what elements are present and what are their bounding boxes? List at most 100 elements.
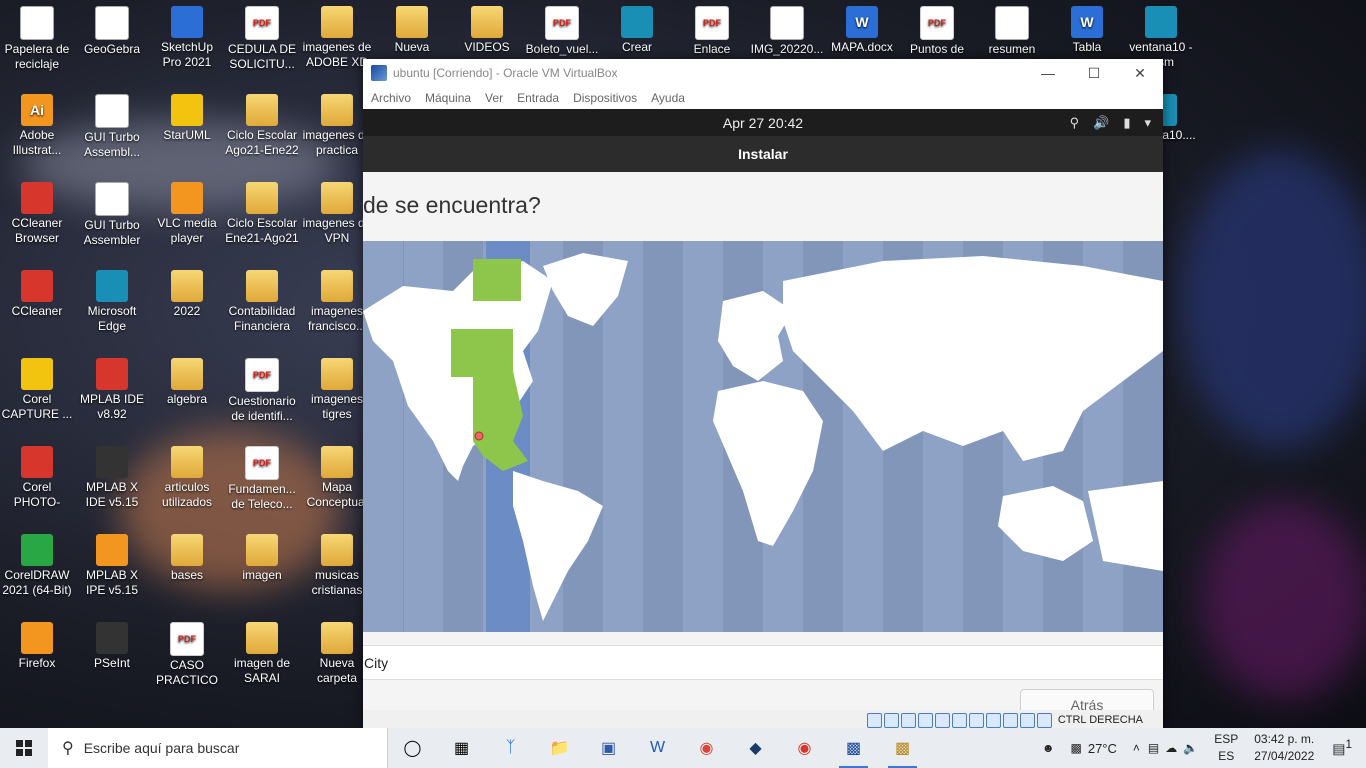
desktop-icon[interactable]: PDF CEDULA DE SOLICITU... (225, 0, 299, 72)
search-box[interactable]: ⚲ Escribe aquí para buscar (48, 728, 388, 768)
teams-icon[interactable]: ▣ (584, 728, 633, 768)
desktop-icon[interactable]: GUI Turbo Assembl... (75, 88, 149, 160)
menu-maquina[interactable]: Máquina (425, 91, 471, 105)
desktop-icon[interactable]: MPLAB IDE v8.92 (75, 352, 149, 422)
desktop-icon[interactable]: Ciclo Escolar Ago21-Ene22 (225, 88, 299, 158)
system-tray[interactable]: ⚲ 🔊 ▮ ▾ (1070, 109, 1151, 136)
desktop-icon[interactable]: Contabilidad Financiera (225, 264, 299, 334)
desktop-icon[interactable]: Corel CAPTURE ... (0, 352, 74, 422)
desktop-icon[interactable]: Firefox (0, 616, 74, 671)
shared-folder-icon[interactable] (951, 712, 967, 728)
chevron-up-icon[interactable]: ˄ (1133, 741, 1140, 755)
network-icon[interactable]: ⚲ (1070, 115, 1080, 131)
desktop-icon[interactable]: Microsoft Edge (75, 264, 149, 334)
virtualbox-taskbar-icon[interactable]: ▩ (829, 728, 878, 768)
word-icon[interactable]: W (633, 728, 682, 768)
desktop-icon[interactable]: 2022 (150, 264, 224, 319)
menu-entrada[interactable]: Entrada (517, 91, 559, 105)
desktop-icon[interactable]: IMG_20220... (750, 0, 824, 57)
people-icon[interactable]: ☻ (1042, 741, 1055, 755)
bluetooth-icon[interactable]: ᛉ (486, 728, 535, 768)
gui-turbo-taskbar-icon[interactable]: ▩ (878, 728, 927, 768)
cpu-icon[interactable] (1002, 712, 1018, 728)
system-tray-area: ☻ ▩ 27°C ˄ ▤ ☁ 🔈 ESP ES 03:42 p. m. 27/0… (1042, 728, 1366, 768)
weather-icon[interactable]: ▩ (1071, 741, 1082, 755)
desktop-icon[interactable]: MPLAB X IPE v5.15 (75, 528, 149, 598)
timezone-map[interactable] (363, 241, 1163, 632)
network-icon[interactable]: ▤ (1148, 741, 1159, 755)
desktop-icon[interactable]: articulos utilizados (150, 440, 224, 510)
desktop-icon[interactable]: Nueva (375, 0, 449, 55)
usb-icon[interactable] (934, 712, 950, 728)
gnome-clock[interactable]: Apr 27 20:42 (723, 115, 803, 131)
notification-icon[interactable]: ▤1 (1332, 738, 1352, 758)
window-titlebar[interactable]: ubuntu [Corriendo] - Oracle VM VirtualBo… (363, 59, 1163, 87)
desktop-icon[interactable]: Corel PHOTO-PAI... (0, 440, 74, 510)
volume-icon[interactable]: 🔈 (1183, 741, 1198, 755)
desktop-icon[interactable]: Papelera de reciclaje (0, 0, 74, 72)
desktop-icon[interactable]: PDF Fundamen... de Teleco... (225, 440, 299, 512)
desktop-icon[interactable]: SketchUp Pro 2021 (150, 0, 224, 70)
menu-ayuda[interactable]: Ayuda (651, 91, 685, 105)
desktop-icon[interactable]: PDF Puntos de (900, 0, 974, 57)
file-explorer-icon[interactable]: 📁 (535, 728, 584, 768)
desktop-icon[interactable]: MPLAB X IDE v5.15 (75, 440, 149, 510)
desktop-icon[interactable]: PSeInt (75, 616, 149, 671)
desktop-icon[interactable]: CCleaner Browser (0, 176, 74, 246)
mouse-integration-icon[interactable] (1019, 712, 1035, 728)
desktop-icon[interactable]: PDF Boleto_vuel... (525, 0, 599, 57)
desktop-icon[interactable]: Crear (600, 0, 674, 55)
task-view-icon[interactable]: ▦ (437, 728, 486, 768)
desktop-icon[interactable]: StarUML (150, 88, 224, 143)
clock[interactable]: 03:42 p. m. 27/04/2022 (1254, 731, 1314, 765)
keyboard-icon[interactable] (1036, 712, 1052, 728)
hard-disk-icon[interactable] (866, 712, 882, 728)
desktop-icon-label: SketchUp Pro 2021 (160, 40, 214, 69)
desktop-icon[interactable]: PDF CASO PRACTICO (150, 616, 224, 688)
desktop-icon[interactable]: W Tabla (1050, 0, 1124, 55)
desktop-icon[interactable]: PDF Enlace (675, 0, 749, 57)
desktop-icon[interactable]: CCleaner (0, 264, 74, 319)
weather-temp[interactable]: 27°C (1088, 741, 1117, 756)
desktop-icon-label: Tabla (1072, 40, 1102, 54)
desktop-icon[interactable]: bases (150, 528, 224, 583)
desktop-icon[interactable]: GeoGebra (75, 0, 149, 57)
app-icon[interactable]: ◆ (731, 728, 780, 768)
maximize-icon[interactable]: ☐ (1071, 59, 1117, 87)
network-adapter-icon[interactable] (917, 712, 933, 728)
recording-icon[interactable] (985, 712, 1001, 728)
audio-icon[interactable] (900, 712, 916, 728)
minimize-icon[interactable]: — (1025, 59, 1071, 87)
menu-dispositivos[interactable]: Dispositivos (573, 91, 637, 105)
ccleaner-browser-icon[interactable]: ◉ (780, 728, 829, 768)
cortana-icon[interactable]: ◯ (388, 728, 437, 768)
desktop-icon[interactable]: PDF Cuestionario de identifi... (225, 352, 299, 424)
volume-icon[interactable]: 🔊 (1093, 115, 1109, 131)
battery-icon[interactable]: ▮ (1123, 115, 1130, 131)
desktop-icon[interactable]: VIDEOS (450, 0, 524, 55)
desktop-icon[interactable]: VLC media player (150, 176, 224, 246)
folder-icon (171, 358, 203, 390)
chrome-icon[interactable]: ◉ (682, 728, 731, 768)
desktop-icon[interactable]: W MAPA.docx (825, 0, 899, 55)
folder-icon (321, 358, 353, 390)
desktop-icon[interactable]: Ai Adobe Illustrat... (0, 88, 74, 158)
desktop-icon[interactable]: GUI Turbo Assembler (75, 176, 149, 248)
desktop-icon[interactable]: imagen de SARAI (225, 616, 299, 686)
desktop-icon[interactable]: imagen (225, 528, 299, 583)
cloud-icon[interactable]: ☁ (1165, 741, 1177, 755)
close-icon[interactable]: ✕ (1117, 59, 1163, 87)
chevron-down-icon[interactable]: ▾ (1144, 115, 1151, 131)
windows-start-icon[interactable] (0, 728, 48, 768)
optical-drive-icon[interactable] (883, 712, 899, 728)
menu-ver[interactable]: Ver (485, 91, 503, 105)
menu-archivo[interactable]: Archivo (371, 91, 411, 105)
desktop-icon[interactable]: CorelDRAW 2021 (64-Bit) (0, 528, 74, 598)
city-field[interactable]: City (363, 645, 1163, 680)
desktop-icon[interactable]: resumen (975, 0, 1049, 57)
display-icon[interactable] (968, 712, 984, 728)
clock-date: 27/04/2022 (1254, 749, 1315, 763)
language-indicator[interactable]: ESP ES (1214, 731, 1238, 765)
desktop-icon[interactable]: Ciclo Escolar Ene21-Ago21 (225, 176, 299, 246)
desktop-icon[interactable]: algebra (150, 352, 224, 407)
